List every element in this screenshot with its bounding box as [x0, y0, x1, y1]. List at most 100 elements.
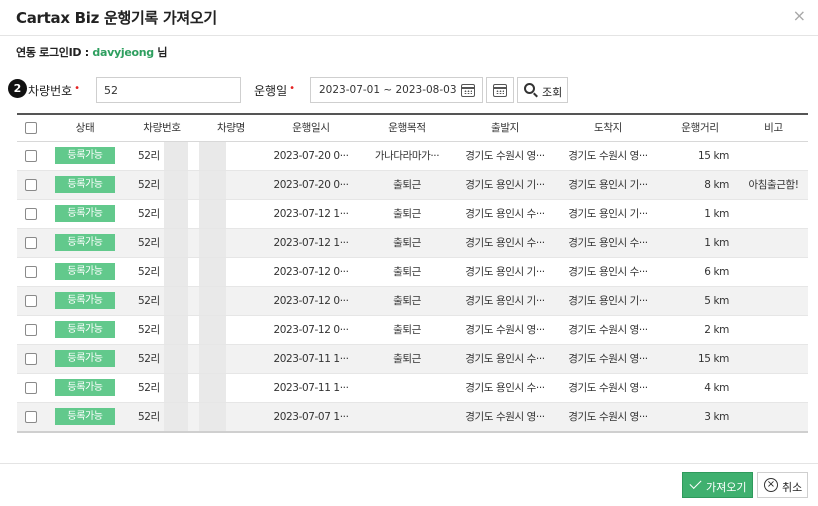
- purpose-cell: 가나다라마가···: [359, 141, 455, 171]
- datetime-cell: 2023-07-11 1···: [263, 344, 359, 374]
- redacted-block: [199, 170, 226, 198]
- redacted-block: [199, 344, 226, 372]
- close-icon[interactable]: ×: [793, 6, 806, 26]
- row-checkbox[interactable]: [25, 381, 37, 394]
- date-range-input[interactable]: 2023-07-01 ~ 2023-08-03: [310, 77, 483, 103]
- note-cell: [739, 315, 808, 345]
- import-button[interactable]: 가져오기: [682, 472, 753, 498]
- departure-cell: 경기도 용인시 기···: [455, 257, 555, 287]
- table-row[interactable]: 등록가능 52리 2023-07-12 0··· 출퇴근 경기도 수원시 영··· 경기도…: [17, 315, 808, 345]
- car-name-cell: [199, 373, 263, 403]
- table-header-row: 상태 차량번호 차량명 운행일시 운행목적 출발지 도착지 운행거리 비고: [17, 113, 808, 142]
- redacted-block: [164, 228, 188, 256]
- required-mark: •: [74, 83, 81, 94]
- datetime-cell: 2023-07-12 0···: [263, 286, 359, 316]
- purpose-cell: [359, 373, 455, 403]
- login-label: 연동 로그인ID :: [16, 46, 93, 59]
- departure-cell: 경기도 용인시 수···: [455, 228, 555, 258]
- row-checkbox[interactable]: [25, 410, 37, 423]
- note-cell: 아침출근함!: [739, 170, 808, 200]
- row-checkbox[interactable]: [25, 149, 37, 162]
- select-all-checkbox[interactable]: [25, 121, 37, 134]
- calendar-button[interactable]: [486, 77, 514, 103]
- row-checkbox[interactable]: [25, 207, 37, 220]
- cancel-button[interactable]: × 취소: [757, 472, 808, 498]
- search-button[interactable]: 조회: [517, 77, 568, 103]
- row-checkbox[interactable]: [25, 352, 37, 365]
- note-cell: [739, 199, 808, 229]
- table-row[interactable]: 등록가능 52리 2023-07-11 1··· 경기도 용인시 수··· 경기도 수원…: [17, 373, 808, 403]
- records-table-wrap: 상태 차량번호 차량명 운행일시 운행목적 출발지 도착지 운행거리 비고 등록…: [17, 113, 808, 433]
- car-number-cell: 52리: [125, 286, 199, 316]
- row-checkbox[interactable]: [25, 265, 37, 278]
- status-cell: 등록가능: [45, 228, 125, 258]
- arrival-cell: 경기도 용인시 수···: [555, 228, 661, 258]
- note-cell: [739, 228, 808, 258]
- row-checkbox[interactable]: [25, 236, 37, 249]
- status-badge: 등록가능: [55, 263, 115, 280]
- status-cell: 등록가능: [45, 257, 125, 287]
- redacted-block: [164, 344, 188, 372]
- row-checkbox[interactable]: [25, 323, 37, 336]
- car-number-cell: 52리: [125, 170, 199, 200]
- arrival-cell: 경기도 수원시 영···: [555, 344, 661, 374]
- car-number-cell: 52리: [125, 228, 199, 258]
- car-name-cell: [199, 141, 263, 171]
- table-row[interactable]: 등록가능 52리 2023-07-20 0··· 가나다라마가··· 경기도 수원시 영…: [17, 141, 808, 171]
- car-number-cell: 52리: [125, 199, 199, 229]
- car-number-text: 52리: [138, 179, 160, 191]
- redacted-block: [164, 373, 188, 401]
- import-button-label: 가져오기: [706, 481, 747, 494]
- filter-bar: 2 차량번호• 운행일• 2023-07-01 ~ 2023-08-03 조회: [0, 76, 818, 104]
- records-table: 상태 차량번호 차량명 운행일시 운행목적 출발지 도착지 운행거리 비고 등록…: [17, 113, 808, 433]
- departure-cell: 경기도 수원시 영···: [455, 402, 555, 433]
- table-row[interactable]: 등록가능 52리 2023-07-12 1··· 출퇴근 경기도 용인시 수··· 경기도…: [17, 228, 808, 258]
- purpose-cell: 출퇴근: [359, 344, 455, 374]
- datetime-cell: 2023-07-20 0···: [263, 170, 359, 200]
- car-number-label: 차량번호 •: [28, 82, 80, 99]
- status-cell: 등록가능: [45, 373, 125, 403]
- login-suffix: 님: [153, 46, 168, 59]
- note-cell: [739, 286, 808, 316]
- column-header: 차량명: [199, 113, 263, 142]
- redacted-block: [164, 402, 188, 430]
- search-icon: [524, 83, 535, 94]
- distance-cell: 3 km: [661, 402, 739, 433]
- arrival-cell: 경기도 용인시 기···: [555, 199, 661, 229]
- status-badge: 등록가능: [55, 176, 115, 193]
- arrival-cell: 경기도 수원시 영···: [555, 315, 661, 345]
- car-name-cell: [199, 170, 263, 200]
- car-number-cell: 52리: [125, 257, 199, 287]
- departure-cell: 경기도 용인시 기···: [455, 286, 555, 316]
- car-number-text: 52리: [138, 353, 160, 365]
- status-cell: 등록가능: [45, 170, 125, 200]
- redacted-block: [199, 286, 226, 314]
- status-badge: 등록가능: [55, 292, 115, 309]
- table-row[interactable]: 등록가능 52리 2023-07-12 0··· 출퇴근 경기도 용인시 기··· 경기도…: [17, 257, 808, 287]
- car-name-cell: [199, 344, 263, 374]
- table-row[interactable]: 등록가능 52리 2023-07-07 1··· 경기도 수원시 영··· 경기도 수원…: [17, 402, 808, 433]
- distance-cell: 6 km: [661, 257, 739, 287]
- table-row[interactable]: 등록가능 52리 2023-07-12 0··· 출퇴근 경기도 용인시 기··· 경기도…: [17, 286, 808, 316]
- check-icon: [689, 476, 702, 490]
- redacted-block: [164, 286, 188, 314]
- table-row[interactable]: 등록가능 52리 2023-07-20 0··· 출퇴근 경기도 용인시 기··· 경기도…: [17, 170, 808, 200]
- table-row[interactable]: 등록가능 52리 2023-07-11 1··· 출퇴근 경기도 용인시 수··· 경기도…: [17, 344, 808, 374]
- row-checkbox[interactable]: [25, 294, 37, 307]
- car-name-cell: [199, 315, 263, 345]
- row-select-cell: [17, 141, 45, 171]
- row-checkbox[interactable]: [25, 178, 37, 191]
- select-all-cell: [17, 113, 45, 142]
- departure-cell: 경기도 용인시 기···: [455, 170, 555, 200]
- calendar-icon[interactable]: [461, 84, 475, 97]
- purpose-cell: 출퇴근: [359, 199, 455, 229]
- car-number-text: 52리: [138, 324, 160, 336]
- arrival-cell: 경기도 용인시 기···: [555, 170, 661, 200]
- car-number-text: 52리: [138, 150, 160, 162]
- column-header: 차량번호: [125, 113, 199, 142]
- distance-cell: 8 km: [661, 170, 739, 200]
- table-row[interactable]: 등록가능 52리 2023-07-12 1··· 출퇴근 경기도 용인시 수··· 경기도…: [17, 199, 808, 229]
- car-number-input[interactable]: [96, 77, 241, 103]
- car-number-text: 52리: [138, 237, 160, 249]
- distance-cell: 15 km: [661, 141, 739, 171]
